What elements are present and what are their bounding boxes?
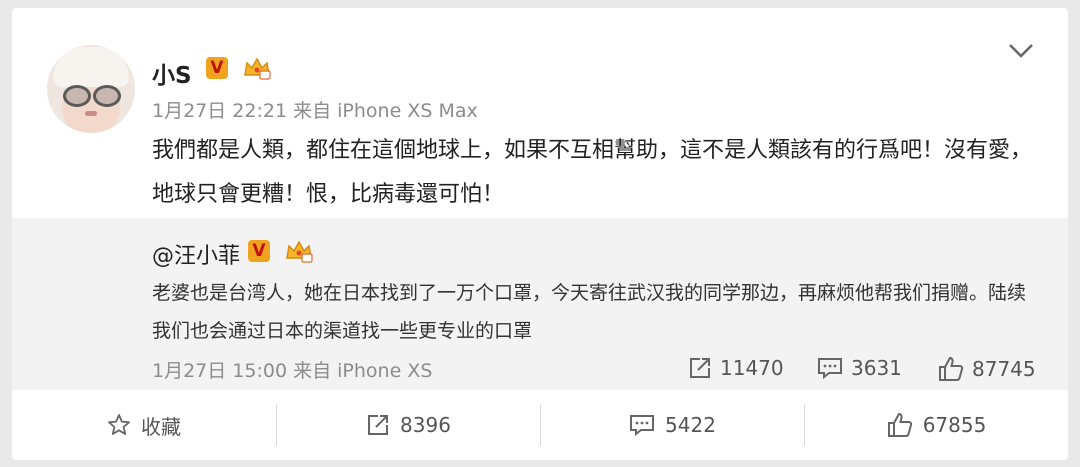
weibo-post-card: 小S V 1月27日 22:21 来自 iPhone XS Max 我們都是人類… xyxy=(12,8,1068,460)
crown-icon xyxy=(244,57,271,80)
like-icon xyxy=(887,412,912,437)
favorite-label: 收藏 xyxy=(141,414,181,439)
like-button-count: 67855 xyxy=(922,413,987,437)
post-source: 来自 iPhone XS Max xyxy=(293,100,478,122)
repost-icon xyxy=(690,358,710,378)
repost-stat-reposts[interactable]: 11470 xyxy=(688,356,784,380)
repost-button-count: 8396 xyxy=(400,413,451,437)
repost-text: 老婆也是台湾人，她在日本找到了一万个口罩，今天寄往武汉我的同学那边，再麻烦他帮我… xyxy=(152,282,1027,342)
post-timestamp: 1月27日 22:21 xyxy=(152,100,288,122)
repost-timestamp: 1月27日 15:00 xyxy=(152,360,288,382)
post-username[interactable]: 小S xyxy=(152,56,192,90)
comment-button-count: 5422 xyxy=(665,413,716,437)
star-icon xyxy=(108,414,130,435)
like-icon xyxy=(939,356,964,381)
repost-stat-comments[interactable]: 3631 xyxy=(817,356,902,380)
repost-button[interactable]: 8396 xyxy=(277,390,540,460)
repost-count: 11470 xyxy=(720,356,784,380)
comment-button[interactable]: 5422 xyxy=(541,390,804,460)
crown-icon xyxy=(286,240,313,263)
post-text: 我們都是人類，都住在這個地球上，如果不互相幫助，這不是人類該有的行爲吧！沒有愛，… xyxy=(152,138,1033,207)
repost-block[interactable]: @汪小菲 V 老婆也是台湾人，她在日本找到了一万个口罩，今天寄往武汉我的同学那边… xyxy=(12,218,1068,390)
like-button[interactable]: 67855 xyxy=(805,390,1068,460)
comment-icon xyxy=(630,415,655,437)
chevron-down-icon[interactable] xyxy=(1007,40,1035,60)
repost-username[interactable]: @汪小菲 xyxy=(152,238,240,270)
repost-source: 来自 iPhone XS xyxy=(293,360,433,382)
comment-count: 3631 xyxy=(851,356,902,380)
avatar[interactable] xyxy=(47,45,135,133)
repost-icon xyxy=(368,415,389,435)
repost-stat-likes[interactable]: 87745 xyxy=(938,356,1036,382)
like-count: 87745 xyxy=(972,357,1036,381)
repost-verified-badge: V xyxy=(248,240,270,262)
action-bar: 收藏 8396 5422 67855 xyxy=(12,390,1068,460)
verified-badge: V xyxy=(206,57,228,79)
comment-icon xyxy=(818,358,842,380)
favorite-button[interactable]: 收藏 xyxy=(12,390,276,460)
